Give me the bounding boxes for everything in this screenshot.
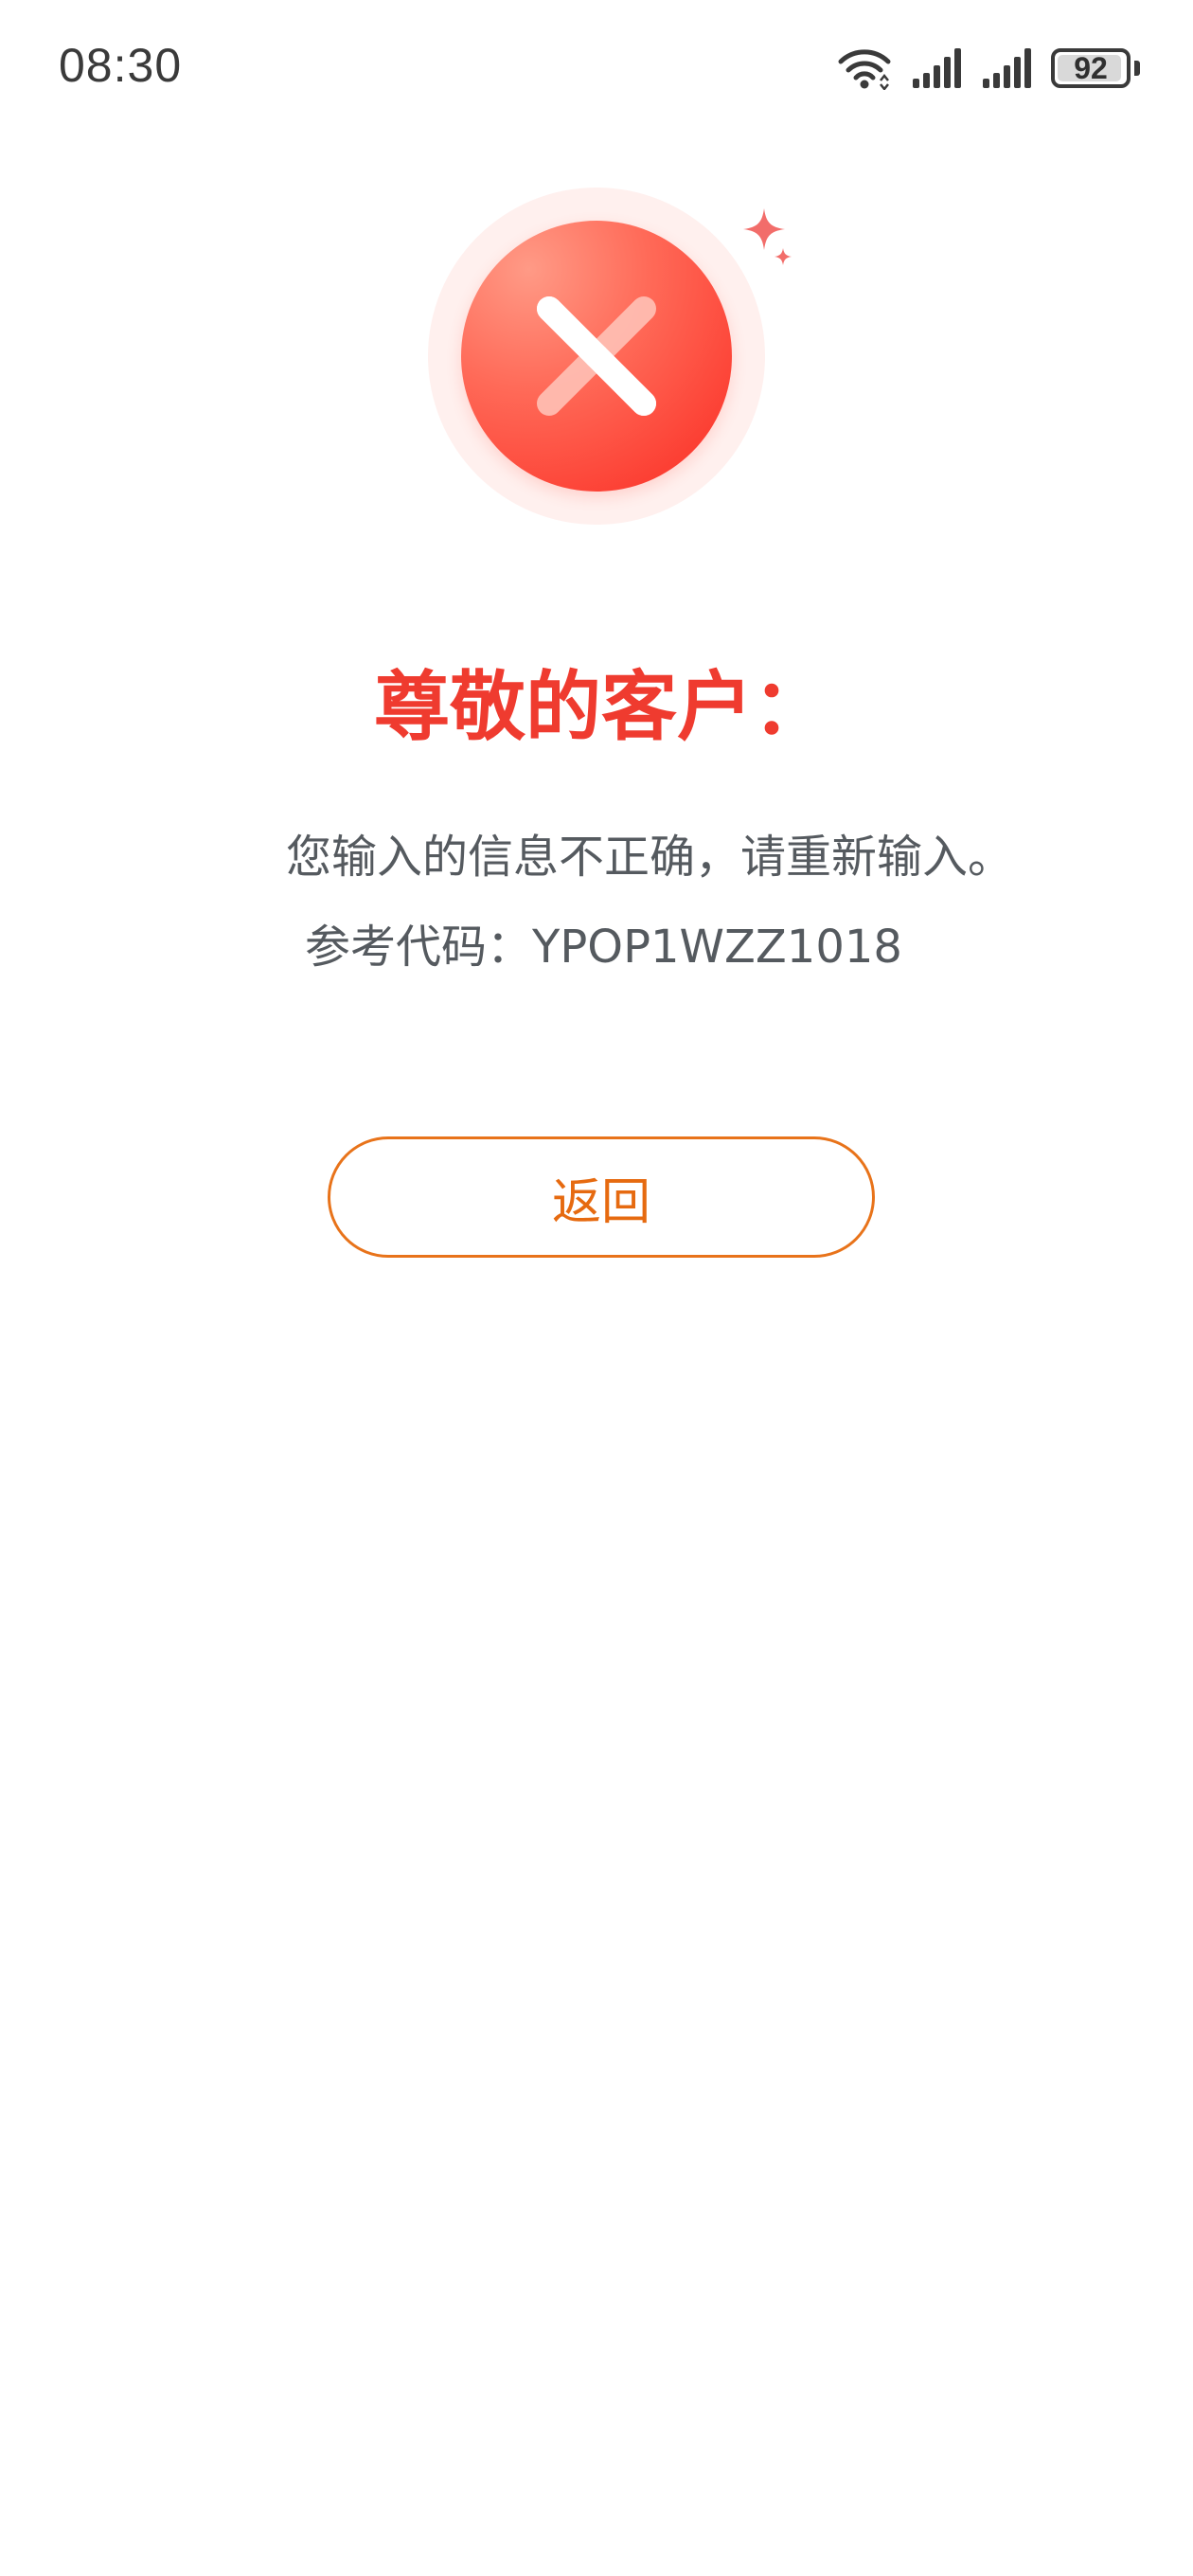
sparkle-icon (743, 208, 792, 265)
signal-icon (983, 48, 1031, 88)
signal-icon (913, 48, 961, 88)
error-icon (426, 185, 795, 535)
status-icons: 92 (837, 42, 1140, 95)
status-time: 08:30 (59, 39, 183, 92)
page-title: 尊敬的客户： (374, 663, 828, 751)
battery-icon: 92 (1051, 48, 1131, 88)
back-button[interactable]: 返回 (328, 1136, 875, 1258)
battery-tip (1134, 61, 1140, 76)
reference-code: YPOP1WZZ1018 (532, 921, 902, 974)
error-x-icon (537, 296, 656, 416)
reference-line: 参考代码：YPOP1WZZ1018 (305, 909, 902, 975)
wifi-icon (838, 49, 891, 90)
battery-level: 92 (1074, 50, 1108, 85)
status-bar: 08:30 92 (0, 0, 1193, 133)
error-message: 您输入的信息不正确，请重新输入。 (286, 831, 1014, 884)
reference-label: 参考代码： (305, 921, 533, 974)
error-page: 08:30 92 尊敬的客户： 您输入的信息不正确，请重新输入。 参考代码：YP… (0, 0, 1193, 2576)
